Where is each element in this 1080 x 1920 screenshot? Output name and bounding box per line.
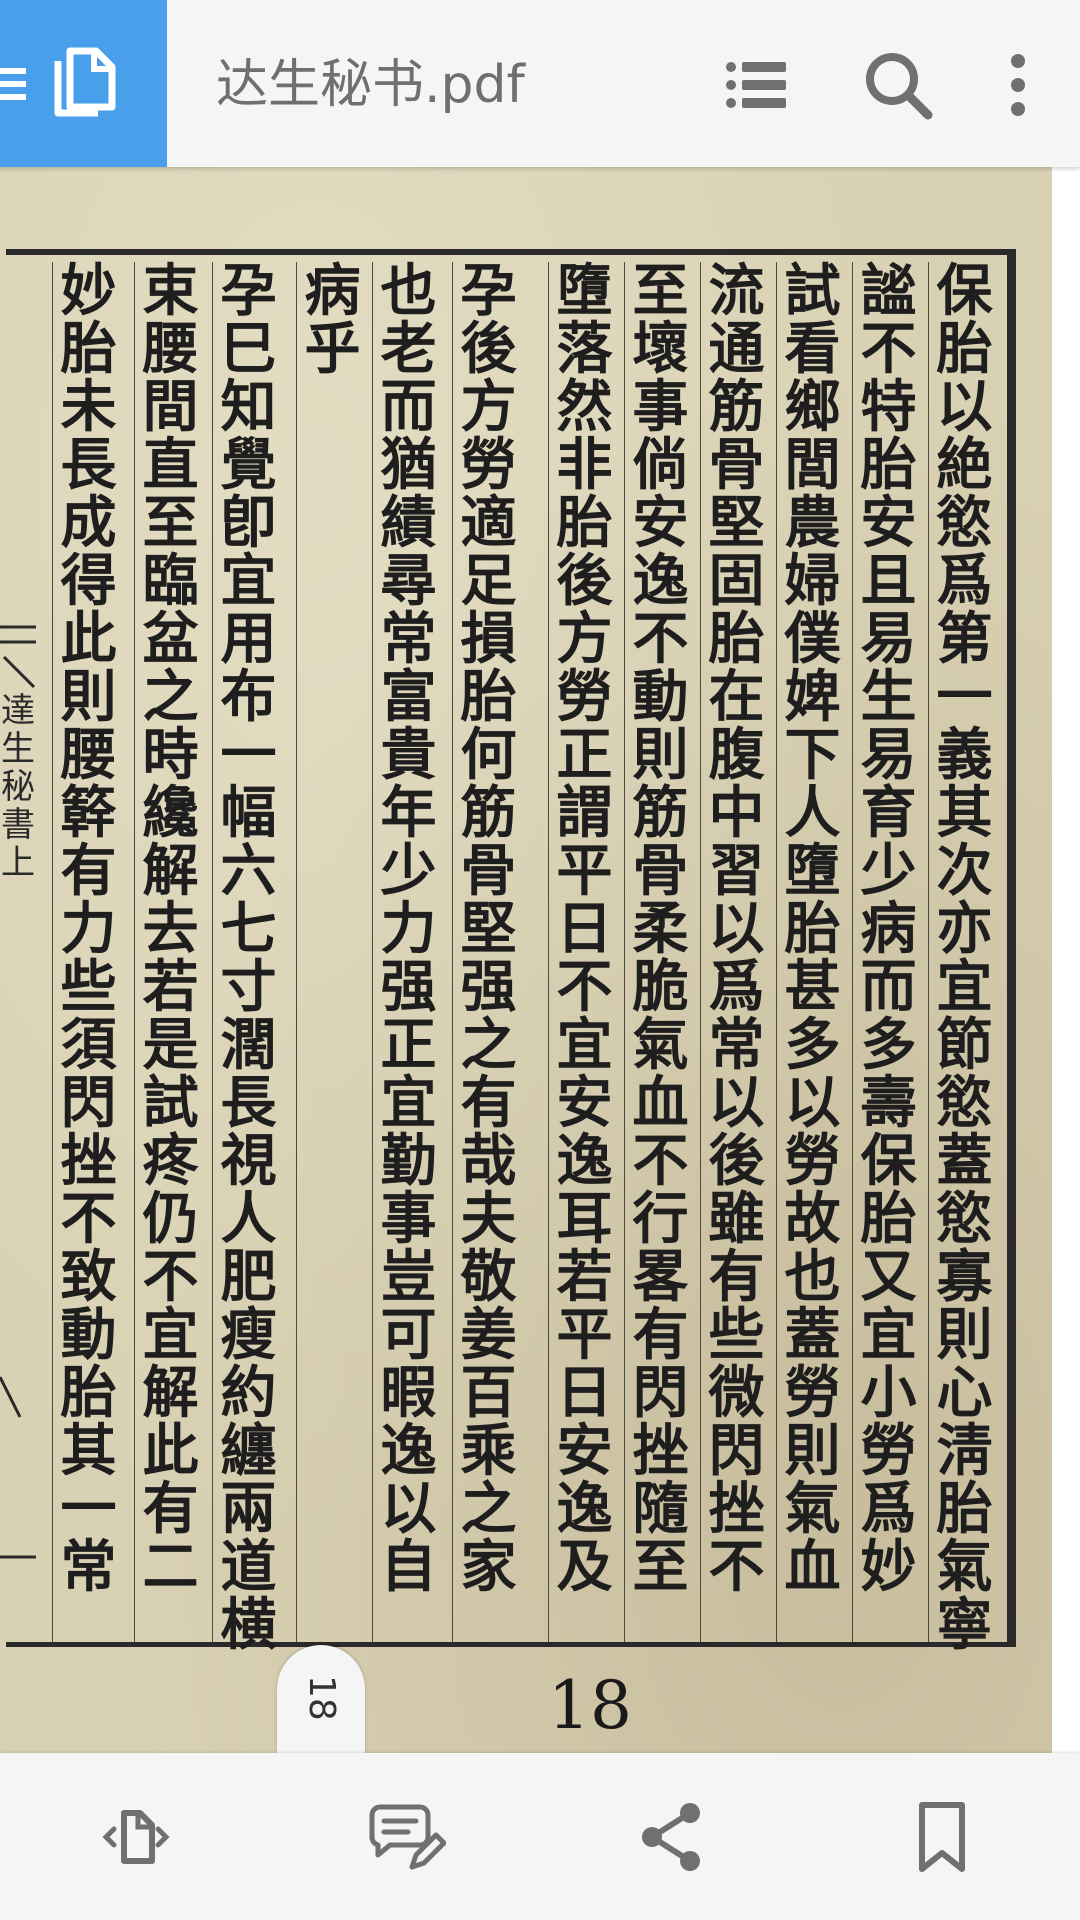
page-indicator-tab[interactable]: 18 [277, 1645, 365, 1753]
page-mode-icon [102, 1810, 170, 1864]
text-column-6: 墮落然非胎後方勞正謂平日不宜安逸耳若平日安逸及 [548, 262, 620, 1642]
pdf-viewport[interactable]: 達生秘書上 保胎以絶慾爲第一義其次亦宜節慾蓋慾寡則心淸胎氣寧 謐不特胎安且易生易… [0, 167, 1080, 1753]
printed-page-number: 18 [548, 1667, 632, 1744]
page-mode-button[interactable] [94, 1795, 178, 1879]
more-vert-icon [1011, 54, 1025, 116]
share-icon [642, 1803, 700, 1871]
text-column-5: 至壞事倘安逸不動則筋骨柔脆氣血不行畧有閃挫隨至 [624, 262, 696, 1642]
text-column-1: 保胎以絶慾爲第一義其次亦宜節慾蓋慾寡則心淸胎氣寧 [928, 262, 1000, 1654]
share-button[interactable] [630, 1795, 714, 1879]
menu-icon[interactable] [0, 62, 30, 110]
margin-text: 達生秘書上 [1, 691, 35, 883]
text-column-7: 孕後方勞適足損胎何筋骨堅强之有哉夫敬姜百乘之家 [452, 262, 524, 1642]
text-column-3: 試看鄉閭農婦僕婢下人墮胎甚多以勞故也蓋勞則氣血 [776, 262, 848, 1642]
text-column-9: 病乎 [296, 262, 368, 1642]
comment-edit-button[interactable] [362, 1795, 447, 1879]
text-column-2: 謐不特胎安且易生易育少病而多壽保胎又宜小勞爲妙 [852, 262, 924, 1642]
text-column-10: 孕巳知覺卽宜用布一幅六七寸濶長視人肥瘦約纏兩道横 [212, 262, 284, 1654]
bottom-toolbar [0, 1753, 1080, 1920]
files-icon[interactable] [52, 47, 116, 123]
document-title: 达生秘书.pdf [216, 55, 525, 115]
text-column-12: 妙胎未長成得此則腰簳有力些須閃挫不致動胎其一常 [52, 262, 124, 1642]
text-column-8: 也老而猶績尋常富貴年少力强正宜勤事豈可暇逸以自 [372, 262, 444, 1642]
comment-edit-icon [369, 1804, 447, 1870]
margin-rule [0, 625, 36, 1559]
search-icon [866, 53, 933, 120]
pdf-page: 達生秘書上 保胎以絶慾爲第一義其次亦宜節慾蓋慾寡則心淸胎氣寧 謐不特胎安且易生易… [0, 167, 1052, 1753]
search-button[interactable] [858, 45, 938, 125]
bookmark-button[interactable] [900, 1795, 984, 1879]
top-app-bar: 达生秘书.pdf [0, 0, 1080, 167]
bookmark-icon [919, 1802, 965, 1872]
page-indicator-label: 18 [301, 1675, 342, 1721]
table-of-contents-button[interactable] [716, 45, 796, 125]
more-options-button[interactable] [978, 45, 1058, 125]
drawer-toggle[interactable] [0, 0, 167, 167]
text-column-4: 流通筋骨堅固胎在腹中習以爲常以後雖有些微閃挫不 [700, 262, 772, 1642]
toc-icon [726, 62, 786, 108]
text-column-11: 束腰間直至臨盆之時纔解去若是試疼仍不宜解此有二 [134, 262, 206, 1642]
